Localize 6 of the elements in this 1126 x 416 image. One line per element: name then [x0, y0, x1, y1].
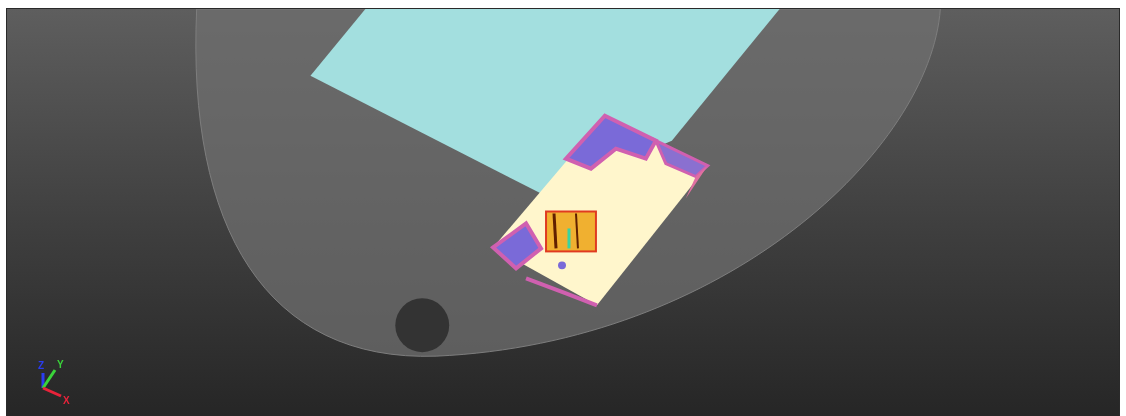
axis-label: Z [38, 360, 45, 371]
axis-label: X [63, 395, 70, 406]
axis-label: Y [57, 359, 64, 370]
equipment-model [545, 210, 597, 253]
3d-viewport[interactable]: Z Y X [6, 8, 1120, 416]
hole [395, 298, 450, 353]
